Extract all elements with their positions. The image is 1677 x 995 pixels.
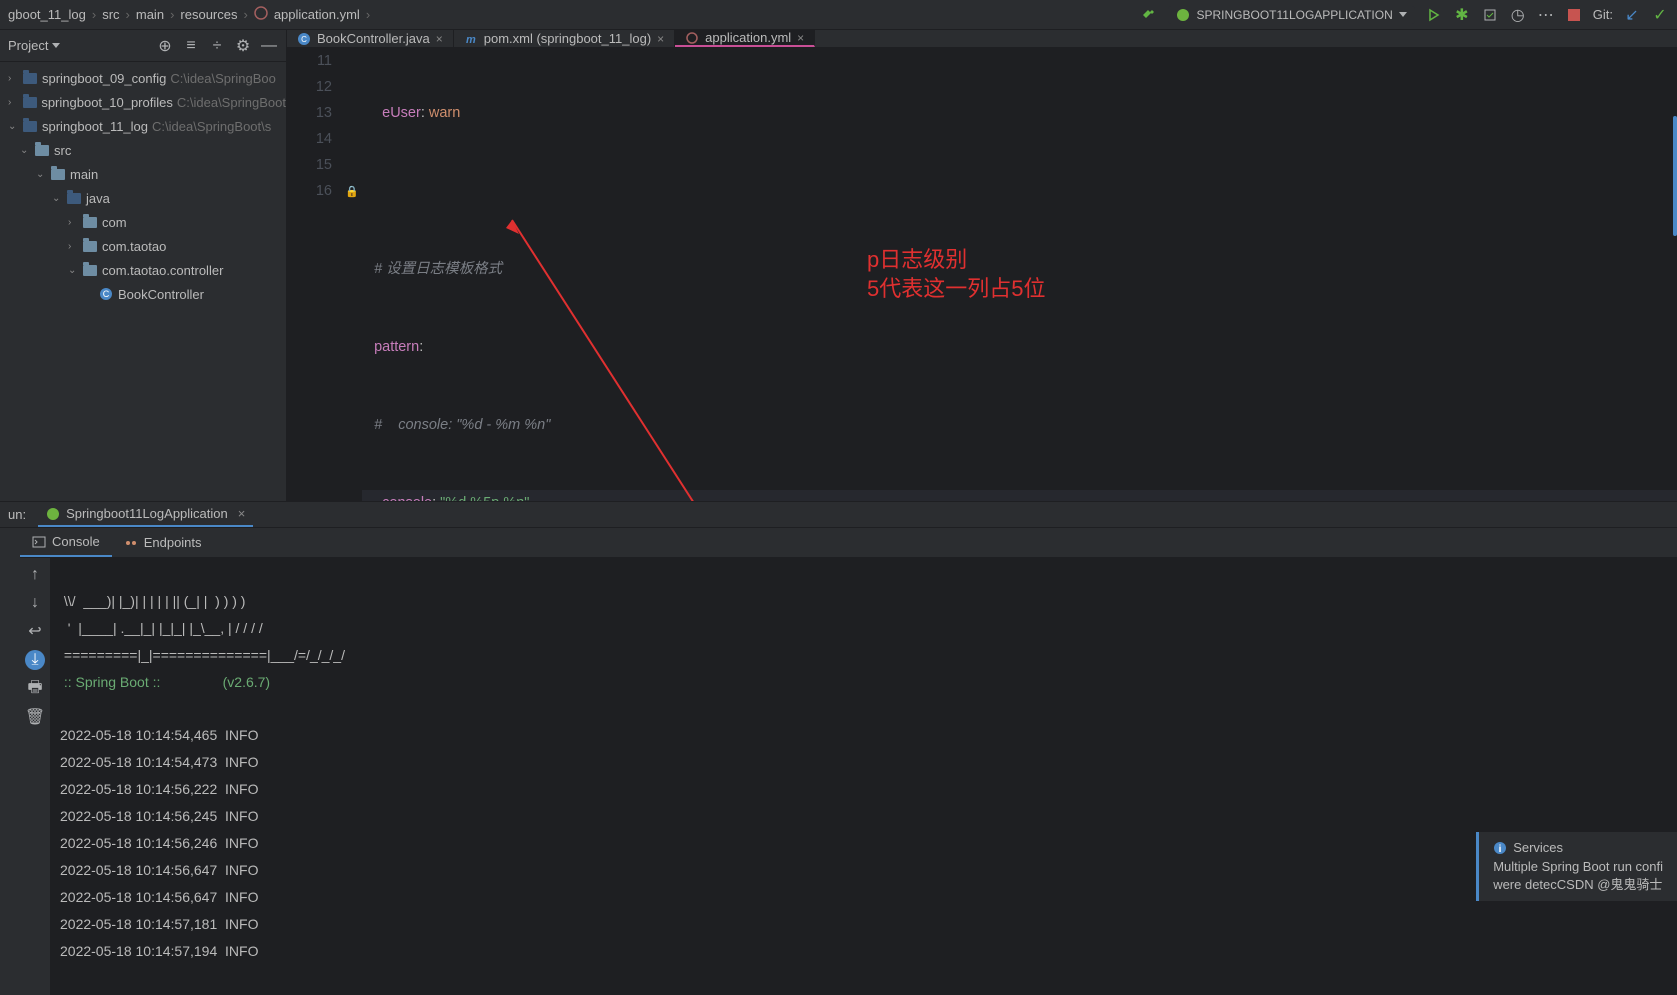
notification-balloon[interactable]: iServices Multiple Spring Boot run confi… (1476, 832, 1677, 901)
git-update-icon[interactable]: ↙ (1623, 6, 1641, 24)
console-icon (32, 535, 46, 549)
trash-icon[interactable]: 🗑 (26, 708, 44, 726)
hammer-icon[interactable] (1140, 6, 1158, 24)
code-editor[interactable]: 111213141516 🔒 eUser: warn # 设置日志模板格式 pa… (287, 48, 1677, 568)
dotted-icon[interactable]: ⋯ (1537, 6, 1555, 24)
project-tree[interactable]: ›springboot_09_configC:\idea\SpringBoo ›… (0, 62, 286, 310)
tree-package[interactable]: ›com (0, 210, 286, 234)
tree-class-file[interactable]: CBookController (0, 282, 286, 306)
crumb[interactable]: src (102, 7, 119, 22)
svg-text:i: i (1499, 844, 1502, 855)
minimize-icon[interactable]: — (260, 37, 278, 55)
run-icon[interactable] (1425, 6, 1443, 24)
coverage-icon[interactable] (1481, 6, 1499, 24)
profile-icon[interactable]: ◷ (1509, 6, 1527, 24)
chevron-down-icon[interactable] (52, 43, 60, 48)
print-icon[interactable]: 🖶 (26, 680, 44, 698)
close-icon[interactable]: × (797, 31, 804, 45)
tree-folder-java[interactable]: ⌄java (0, 186, 286, 210)
navigation-bar: gboot_11_log› src› main› resources› appl… (0, 0, 1677, 30)
gutter-icons: 🔒 (342, 48, 362, 568)
svg-text:m: m (466, 34, 476, 46)
down-icon[interactable]: ↓ (26, 594, 44, 612)
console-output[interactable]: \\/ ___)| |_)| | | | | || (_| | ) ) ) ) … (50, 558, 1677, 995)
svg-text:C: C (301, 35, 307, 44)
close-icon[interactable]: × (238, 506, 246, 521)
stop-icon[interactable] (1565, 6, 1583, 24)
run-config-label: SPRINGBOOT11LOGAPPLICATION (1196, 8, 1392, 22)
git-commit-icon[interactable]: ✓ (1651, 6, 1669, 24)
tree-module[interactable]: ›springboot_10_profilesC:\idea\SpringBoo… (0, 90, 286, 114)
info-icon: i (1493, 841, 1507, 855)
breadcrumb[interactable]: gboot_11_log› src› main› resources› appl… (8, 6, 370, 23)
tree-folder-src[interactable]: ⌄src (0, 138, 286, 162)
run-label: un: (8, 507, 26, 522)
endpoints-icon (124, 536, 138, 550)
scroll-icon[interactable]: ⤓ (25, 650, 45, 670)
target-icon[interactable]: ⊕ (156, 37, 174, 55)
run-tab-header[interactable]: Springboot11LogApplication × (38, 502, 253, 527)
editor-tab-active[interactable]: application.yml× (675, 30, 815, 47)
collapse-icon[interactable]: ÷ (208, 37, 226, 55)
annotation-text: p日志级别 5代表这一列占5位 (867, 246, 1045, 303)
scrollbar[interactable] (1673, 116, 1677, 236)
editor-tabs: CBookController.java× mpom.xml (springbo… (287, 30, 1677, 48)
crumb[interactable]: main (136, 7, 164, 22)
svg-text:C: C (103, 289, 110, 299)
crumb[interactable]: gboot_11_log (8, 7, 86, 22)
gear-icon[interactable]: ⚙ (234, 37, 252, 55)
project-panel-tools: ⊕ ≡ ÷ ⚙ — (156, 37, 278, 55)
spring-icon (46, 507, 60, 521)
editor-tab[interactable]: mpom.xml (springboot_11_log)× (454, 30, 675, 47)
wrap-icon[interactable]: ↩ (26, 622, 44, 640)
endpoints-tab[interactable]: Endpoints (112, 528, 214, 557)
tool-window-stripe[interactable] (0, 528, 20, 995)
crumb-file[interactable]: application.yml (274, 7, 360, 22)
git-label: Git: (1593, 7, 1613, 22)
project-panel-title[interactable]: Project (8, 38, 48, 53)
expand-icon[interactable]: ≡ (182, 37, 200, 55)
project-tool-window: Project ⊕ ≡ ÷ ⚙ — ›springboot_09_configC… (0, 30, 287, 501)
code-content[interactable]: eUser: warn # 设置日志模板格式 pattern: # consol… (362, 48, 1677, 568)
tree-module[interactable]: ⌄springboot_11_logC:\idea\SpringBoot\s (0, 114, 286, 138)
spring-icon (1176, 8, 1190, 22)
run-configuration-dropdown[interactable]: SPRINGBOOT11LOGAPPLICATION (1168, 6, 1414, 24)
debug-icon[interactable]: ✱ (1453, 6, 1471, 24)
tree-package[interactable]: ›com.taotao (0, 234, 286, 258)
tree-folder-main[interactable]: ⌄main (0, 162, 286, 186)
yaml-icon (254, 6, 268, 23)
tree-package[interactable]: ⌄com.taotao.controller (0, 258, 286, 282)
crumb[interactable]: resources (180, 7, 237, 22)
line-gutter: 111213141516 (287, 48, 342, 568)
close-icon[interactable]: × (436, 32, 443, 46)
editor: CBookController.java× mpom.xml (springbo… (287, 30, 1677, 501)
lock-icon: 🔒 (342, 178, 362, 204)
run-tool-window: un: Springboot11LogApplication × Console… (0, 501, 1677, 921)
tree-module[interactable]: ›springboot_09_configC:\idea\SpringBoo (0, 66, 286, 90)
editor-tab[interactable]: CBookController.java× (287, 30, 454, 47)
up-icon[interactable]: ↑ (26, 566, 44, 584)
console-tab[interactable]: Console (20, 528, 112, 557)
chevron-down-icon (1399, 12, 1407, 17)
console-toolbar: ↑ ↓ ↩ ⤓ 🖶 🗑 (20, 558, 50, 995)
close-icon[interactable]: × (657, 32, 664, 46)
